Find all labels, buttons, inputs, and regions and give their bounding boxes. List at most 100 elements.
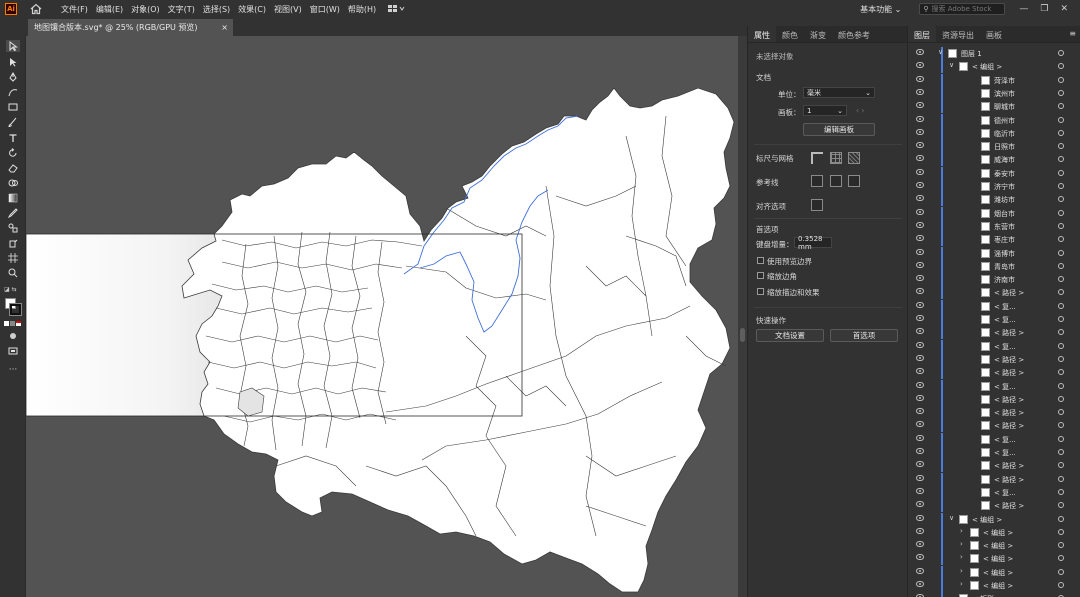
eraser-tool-icon[interactable] — [6, 162, 20, 174]
target-circle-icon[interactable] — [1058, 582, 1064, 588]
target-circle-icon[interactable] — [1058, 63, 1064, 70]
layer-row[interactable]: 济宁市 — [908, 180, 1080, 193]
color-mode-buttons[interactable] — [4, 321, 22, 327]
layer-row[interactable]: 临沂市 — [908, 126, 1080, 140]
menu-item-8[interactable]: 帮助(H) — [348, 4, 376, 15]
unit-dropdown[interactable]: 毫米 ⌄ — [803, 87, 875, 98]
target-circle-icon[interactable] — [1058, 196, 1064, 203]
visibility-eye-icon[interactable] — [916, 474, 924, 481]
visibility-eye-icon[interactable] — [916, 554, 924, 561]
target-circle-icon[interactable] — [1058, 355, 1064, 362]
visibility-eye-icon[interactable] — [916, 195, 924, 202]
properties-tab-3[interactable]: 颜色参考 — [832, 26, 876, 42]
visibility-eye-icon[interactable] — [916, 461, 924, 468]
properties-tab-1[interactable]: 颜色 — [776, 26, 804, 42]
visibility-eye-icon[interactable] — [916, 381, 924, 388]
layer-row[interactable]: 东营市 — [908, 219, 1080, 233]
layer-row[interactable]: 烟台市 — [908, 206, 1080, 220]
menu-item-1[interactable]: 编辑(E) — [96, 4, 123, 15]
blend-tool-icon[interactable] — [6, 222, 20, 234]
layer-row[interactable]: < 路径 > — [908, 459, 1080, 473]
zoom-tool-icon[interactable] — [6, 267, 20, 279]
menu-item-3[interactable]: 文字(T) — [168, 4, 195, 15]
draw-mode-icon[interactable] — [6, 330, 20, 342]
expand-arrow-icon[interactable]: › — [960, 527, 963, 535]
visibility-eye-icon[interactable] — [916, 261, 924, 268]
visibility-eye-icon[interactable] — [916, 434, 924, 441]
layer-row[interactable]: 威海市 — [908, 153, 1080, 167]
close-window-button[interactable]: ✕ — [1060, 4, 1068, 14]
layer-row[interactable]: 德州市 — [908, 113, 1080, 127]
expand-arrow-icon[interactable]: › — [960, 553, 963, 561]
target-circle-icon[interactable] — [1058, 369, 1064, 376]
visibility-eye-icon[interactable] — [916, 128, 924, 135]
stroke-color-swatch[interactable] — [9, 303, 22, 316]
visibility-eye-icon[interactable] — [916, 421, 924, 428]
visibility-eye-icon[interactable] — [916, 88, 924, 95]
visibility-eye-icon[interactable] — [916, 301, 924, 308]
show-guides-icon[interactable] — [811, 175, 823, 187]
scale-corners-checkbox[interactable] — [757, 272, 764, 279]
layer-row[interactable]: ∨ 图层 1 — [908, 47, 1080, 60]
document-tab[interactable]: 地图镶合版本.svg* @ 25% (RGB/GPU 预览) × — [28, 19, 233, 36]
document-setup-button[interactable]: 文档设置 — [756, 329, 824, 342]
layers-tab-2[interactable]: 画板 — [980, 26, 1008, 42]
target-circle-icon[interactable] — [1058, 116, 1064, 123]
layer-row[interactable]: 泰安市 — [908, 166, 1080, 180]
visibility-eye-icon[interactable] — [916, 49, 924, 55]
expand-arrow-icon[interactable]: ∨ — [949, 514, 954, 522]
stock-search-input[interactable]: ⚲ 搜索 Adobe Stock — [919, 3, 1006, 15]
curvature-tool-icon[interactable] — [6, 86, 20, 98]
artboard-canvas[interactable] — [26, 36, 738, 597]
target-circle-icon[interactable] — [1058, 156, 1064, 163]
visibility-eye-icon[interactable] — [916, 248, 924, 255]
visibility-eye-icon[interactable] — [916, 288, 924, 295]
menu-item-0[interactable]: 文件(F) — [61, 4, 88, 15]
target-circle-icon[interactable] — [1058, 449, 1064, 455]
visibility-eye-icon[interactable] — [916, 527, 924, 534]
target-circle-icon[interactable] — [1058, 50, 1064, 56]
menu-item-6[interactable]: 视图(V) — [274, 4, 302, 15]
expand-arrow-icon[interactable]: › — [960, 540, 963, 548]
layer-row[interactable]: 青岛市 — [908, 259, 1080, 273]
visibility-eye-icon[interactable] — [916, 354, 924, 361]
target-circle-icon[interactable] — [1058, 222, 1064, 229]
layer-row[interactable]: < 复... — [908, 485, 1080, 499]
visibility-eye-icon[interactable] — [916, 394, 924, 401]
target-circle-icon[interactable] — [1058, 475, 1064, 482]
target-circle-icon[interactable] — [1058, 302, 1064, 309]
target-circle-icon[interactable] — [1058, 209, 1064, 216]
visibility-eye-icon[interactable] — [916, 341, 924, 348]
target-circle-icon[interactable] — [1058, 528, 1064, 535]
canvas-vertical-scrollbar[interactable] — [738, 36, 747, 597]
transparency-grid-icon[interactable] — [848, 152, 860, 164]
layer-row[interactable]: › < 编组 > — [908, 565, 1080, 579]
target-circle-icon[interactable] — [1058, 395, 1064, 402]
visibility-eye-icon[interactable] — [916, 102, 924, 109]
snap-to-grid-icon[interactable] — [830, 199, 842, 211]
expand-arrow-icon[interactable]: ∨ — [949, 61, 954, 69]
target-circle-icon[interactable] — [1058, 435, 1064, 442]
layer-row[interactable]: < 路径 > — [908, 392, 1080, 406]
target-circle-icon[interactable] — [1058, 342, 1064, 349]
key-increment-input[interactable]: 0.3528 mm — [794, 235, 832, 251]
type-tool-icon[interactable] — [6, 132, 20, 144]
layer-row[interactable]: › < 编组 > — [908, 539, 1080, 553]
expand-arrow-icon[interactable]: › — [960, 580, 963, 588]
rectangle-tool-icon[interactable] — [6, 101, 20, 113]
close-tab-icon[interactable]: × — [221, 23, 228, 32]
visibility-eye-icon[interactable] — [916, 221, 924, 228]
visibility-eye-icon[interactable] — [916, 514, 924, 521]
visibility-eye-icon[interactable] — [916, 235, 924, 242]
layer-row[interactable]: < 路径 > — [908, 419, 1080, 433]
layer-row[interactable]: < 路径 > — [908, 406, 1080, 420]
more-tools-icon[interactable]: ··· — [6, 364, 20, 376]
screen-mode-icon[interactable] — [6, 345, 20, 357]
layer-row[interactable]: < 路径 > — [908, 366, 1080, 380]
layer-row[interactable]: › < 编组 > — [908, 552, 1080, 566]
target-circle-icon[interactable] — [1058, 409, 1064, 416]
properties-tab-2[interactable]: 渐变 — [804, 26, 832, 42]
visibility-eye-icon[interactable] — [916, 155, 924, 162]
layer-row[interactable]: 日照市 — [908, 140, 1080, 154]
layer-row[interactable]: 菏泽市 — [908, 73, 1080, 87]
